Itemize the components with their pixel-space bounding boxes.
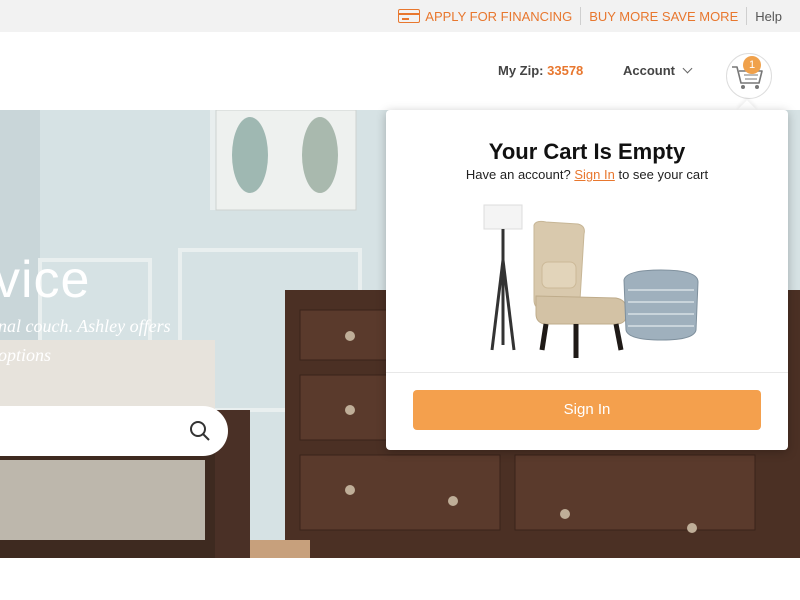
apply-financing-link[interactable]: APPLY FOR FINANCING [398,9,572,24]
account-menu[interactable]: Account [623,63,693,78]
apply-financing-label: APPLY FOR FINANCING [425,8,573,24]
chevron-down-icon [682,63,693,74]
buy-more-save-more-link[interactable]: BUY MORE SAVE MORE [589,9,738,24]
cart-count-badge: 1 [743,56,761,74]
account-label: Account [623,63,675,78]
utility-bar: APPLY FOR FINANCING BUY MORE SAVE MORE H… [0,0,800,32]
search-icon[interactable] [188,419,212,443]
cart-sub-suffix: to see your cart [618,167,709,182]
help-label: Help [755,8,782,24]
hero-subtext-line2: options [0,345,52,365]
utility-divider [580,7,582,25]
cart-sub-prefix: Have an account? [465,167,571,182]
cart-dropdown: Your Cart Is Empty Have an account? Sign… [386,110,788,450]
site-header: My Zip: 33578 Account 1 [0,32,800,110]
hero-subtext-line1: nal couch. Ashley offers [0,316,171,336]
signin-button[interactable]: Sign In [413,390,761,430]
cart-signin-link[interactable]: Sign In [574,167,614,182]
hero-headline: vice [0,251,91,309]
help-link[interactable]: Help [755,9,782,24]
zip-value: 33578 [547,63,584,78]
zip-label: My Zip: [498,63,544,78]
zip-selector[interactable]: My Zip: 33578 [498,63,583,78]
credit-card-icon [398,9,421,23]
empty-cart-furniture-image [483,204,699,358]
buy-more-label: BUY MORE SAVE MORE [589,8,739,24]
cart-empty-title: Your Cart Is Empty [488,139,686,164]
cart-empty-subtitle: Have an account? Sign In to see your car… [386,167,788,182]
page-content-strip [0,558,800,600]
utility-divider [746,7,748,25]
cart-divider [386,372,788,373]
